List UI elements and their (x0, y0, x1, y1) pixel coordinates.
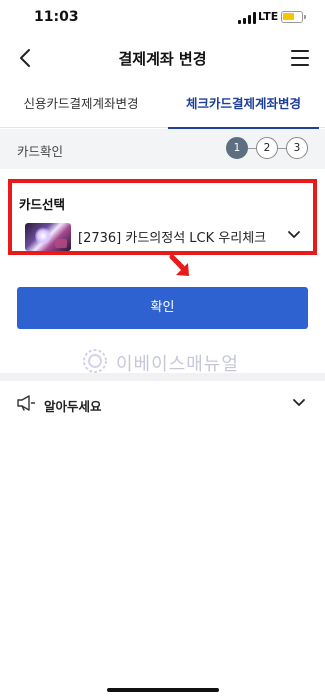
annotation-arrow-icon (169, 255, 189, 276)
section-divider (0, 373, 325, 381)
card-select-title: 카드선택 (19, 197, 66, 212)
network-type: LTE (258, 10, 279, 23)
notice-accordion[interactable]: 알아두세요 (0, 381, 325, 427)
chevron-down-icon[interactable] (292, 397, 306, 409)
tab-credit-card-account[interactable]: 신용카드결제계좌변경 (0, 86, 162, 128)
notice-label: 알아두세요 (44, 399, 102, 414)
home-indicator (107, 688, 219, 692)
battery-icon (281, 11, 303, 23)
menu-button[interactable] (289, 48, 311, 68)
card-thumbnail (25, 223, 71, 251)
confirm-button[interactable]: 확인 (17, 287, 308, 329)
step-2: 2 (256, 137, 278, 159)
tab-bar: 신용카드결제계좌변경 체크카드결제계좌변경 (0, 86, 325, 129)
speaker-icon (17, 395, 36, 411)
step-indicator: 카드확인 1 2 3 (0, 129, 325, 169)
app-header: 결제계좌 변경 (0, 36, 325, 80)
page-title: 결제계좌 변경 (118, 50, 207, 68)
step-1: 1 (226, 137, 248, 159)
tab-check-card-account[interactable]: 체크카드결제계좌변경 (162, 86, 325, 129)
card-select-section: 카드선택 [2736] 카드의정석 LCK 우리체크 (8, 179, 317, 255)
status-time: 11:03 (34, 9, 79, 25)
card-select-dropdown[interactable]: [2736] 카드의정석 LCK 우리체크 (78, 227, 266, 246)
step-3: 3 (286, 137, 308, 159)
watermark-logo-icon (83, 349, 107, 373)
status-bar: 11:03 LTE (0, 0, 325, 36)
signal-icon (238, 12, 256, 24)
chevron-down-icon[interactable] (286, 228, 302, 242)
step-label: 카드확인 (17, 144, 64, 159)
